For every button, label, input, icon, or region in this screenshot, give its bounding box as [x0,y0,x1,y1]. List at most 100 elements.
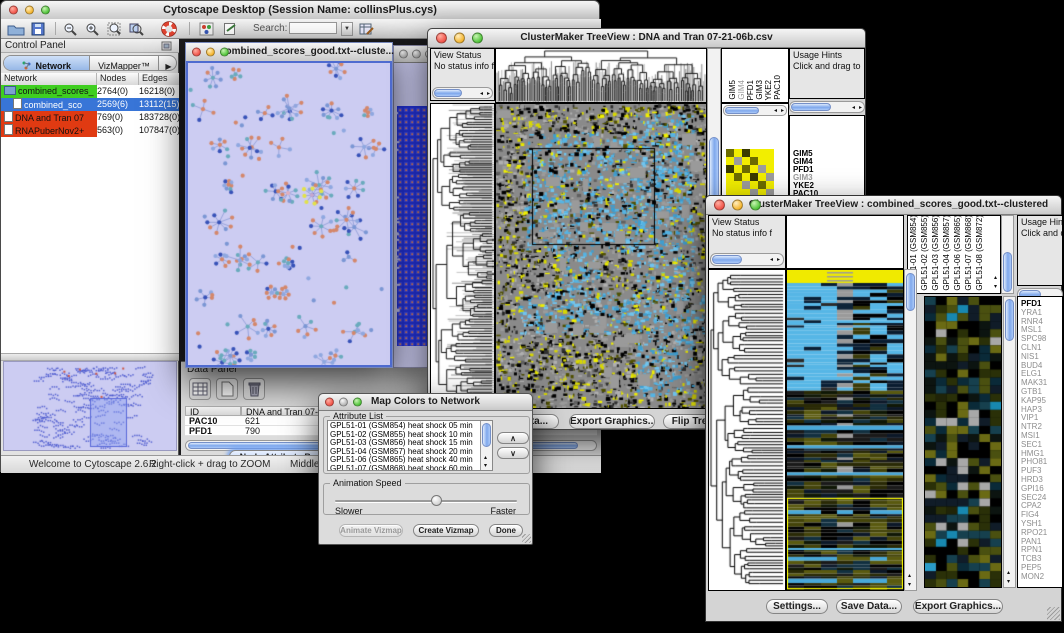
column-dendrogram-canvas[interactable] [496,49,706,102]
network-table-row[interactable]: DNA and Tran 07769(0)183728(0) [1,111,179,124]
matrix-cell[interactable] [758,165,766,173]
matrix-cell[interactable] [734,165,742,173]
gene-label[interactable]: NTR2 [1021,423,1042,431]
gene-label[interactable]: PHO81 [1021,458,1047,466]
heatmap-vscrollbar[interactable]: ▴ ▾ [904,269,917,591]
settings-button[interactable]: Settings... [766,599,828,614]
column-header-network[interactable]: Network [1,73,97,85]
network-canvas[interactable] [188,63,390,365]
row-dendrogram-pane[interactable] [430,103,495,409]
scrollbar-thumb[interactable] [1005,299,1014,341]
zoom-button[interactable] [220,48,229,57]
zoom-heatmap-canvas[interactable] [925,297,1001,587]
view-status-hscrollbar[interactable]: ◂ ▸ [710,253,784,266]
gene-label[interactable]: HAP3 [1021,406,1042,414]
attribute-list[interactable]: GPL51-01 (GSM854) heat shock 05 minGPL51… [327,420,493,471]
minimize-button[interactable] [339,398,348,407]
network-view[interactable] [186,61,392,367]
create-vizmap-button[interactable]: Create Vizmap [413,524,479,537]
scroll-down-icon[interactable]: ▾ [908,581,911,588]
vizmapper-tool-button[interactable] [199,22,214,36]
scroll-right-icon[interactable]: ▸ [777,256,780,263]
network-table-row[interactable]: RNAPuberNov2+563(0)107847(0) [1,124,179,137]
zoom-out-button[interactable] [63,22,78,36]
attribute-list-item[interactable]: GPL51-07 (GSM868) heat shock 60 min [328,465,478,472]
export-graphics-button[interactable]: Export Graphics... [569,414,655,429]
gene-label[interactable]: VIP1 [1021,414,1038,422]
open-session-button[interactable] [7,22,25,36]
birdseye-canvas[interactable] [4,362,176,450]
gene-label[interactable]: GPI16 [1021,485,1044,493]
column-label[interactable]: GPL51-03 (GSM856) [931,215,940,291]
animate-vizmap-button[interactable]: Animate Vizmap [339,524,403,537]
view-status-hscrollbar[interactable]: ◂ ▸ [432,87,493,99]
zoom-button[interactable] [750,200,761,211]
matrix-cell[interactable] [766,165,774,173]
gene-label[interactable]: PAN1 [1021,538,1041,546]
matrix-cell[interactable] [758,173,766,181]
gene-label[interactable]: KAP95 [1021,397,1046,405]
gene-label[interactable]: SPC98 [1021,335,1046,343]
data-column-id[interactable]: ID [185,406,241,416]
column-label[interactable]: GIM5 [728,80,737,100]
close-button[interactable] [192,48,201,57]
zoom-matrix[interactable] [726,149,774,197]
global-heatmap-canvas[interactable] [496,104,706,408]
scrollbar-thumb[interactable] [1003,252,1012,292]
matrix-cell[interactable] [758,157,766,165]
scrollbar-thumb[interactable] [434,89,462,97]
done-button[interactable]: Done [489,524,523,537]
resize-grip[interactable] [1047,607,1060,620]
gene-label[interactable]: RPO21 [1021,529,1047,537]
column-label[interactable]: GPL51-02 (GSM855) [920,215,929,291]
close-button[interactable] [399,50,408,59]
column-label[interactable]: GPL51-06 (GSM865) [953,215,962,291]
scrollbar-thumb[interactable] [482,423,491,447]
close-button[interactable] [436,33,447,44]
save-data-button[interactable]: Save Data... [836,599,902,614]
gene-label[interactable]: RNR4 [1021,318,1043,326]
search-input[interactable] [289,22,337,34]
attribute-browser-button[interactable] [359,22,374,36]
network-window2-title-bar[interactable] [394,46,429,63]
gene-label[interactable]: YRA1 [1021,309,1042,317]
gene-label[interactable]: HMG1 [1021,450,1044,458]
matrix-cell[interactable] [758,149,766,157]
treeview2-title-bar[interactable]: ClusterMaker TreeView : combined_scores_… [706,196,1061,215]
column-dendrogram-pane[interactable] [786,215,904,269]
global-heatmap-pane[interactable] [495,103,707,409]
network-name-cell[interactable]: combined_sco [1,98,97,111]
scroll-left-icon[interactable]: ◂ [774,107,777,114]
move-up-button[interactable]: ∧ [497,432,529,444]
gene-label[interactable]: MAK31 [1021,379,1047,387]
column-label[interactable]: GIM4 [737,80,746,100]
matrix-cell[interactable] [742,157,750,165]
minimize-button[interactable] [412,50,421,59]
tab-network[interactable]: Network [4,56,90,71]
matrix-cell[interactable] [750,165,758,173]
gene-label[interactable]: CPA2 [1021,502,1041,510]
matrix-cell[interactable] [726,149,734,157]
main-title-bar[interactable]: Cytoscape Desktop (Session Name: collins… [1,1,599,20]
network-table-row[interactable]: combined_scores_2764(0)16218(0) [1,85,179,98]
zoom-button[interactable] [353,398,362,407]
usage-hints-hscrollbar[interactable]: ◂ ▸ [789,101,865,113]
scroll-right-icon[interactable]: ▸ [781,107,784,114]
scroll-left-icon[interactable]: ◂ [770,256,773,263]
new-attribute-button[interactable] [216,378,238,400]
scroll-up-icon[interactable]: ▴ [484,454,487,461]
help-button[interactable] [161,21,177,37]
select-attributes-button[interactable] [189,378,211,400]
gene-label[interactable]: MSL1 [1021,326,1042,334]
close-button[interactable] [325,398,334,407]
gene-label[interactable]: NIS1 [1021,353,1039,361]
minimize-button[interactable] [206,48,215,57]
matrix-cell[interactable] [766,173,774,181]
matrix-cell[interactable] [742,165,750,173]
matrix-cell[interactable] [742,181,750,189]
gene-label[interactable]: PFD1 [1021,300,1041,308]
gene-label[interactable]: FIG4 [1021,511,1039,519]
minimize-button[interactable] [454,33,465,44]
row-dendrogram-canvas[interactable] [709,270,785,590]
export-graphics-button[interactable]: Export Graphics... [913,599,1003,614]
